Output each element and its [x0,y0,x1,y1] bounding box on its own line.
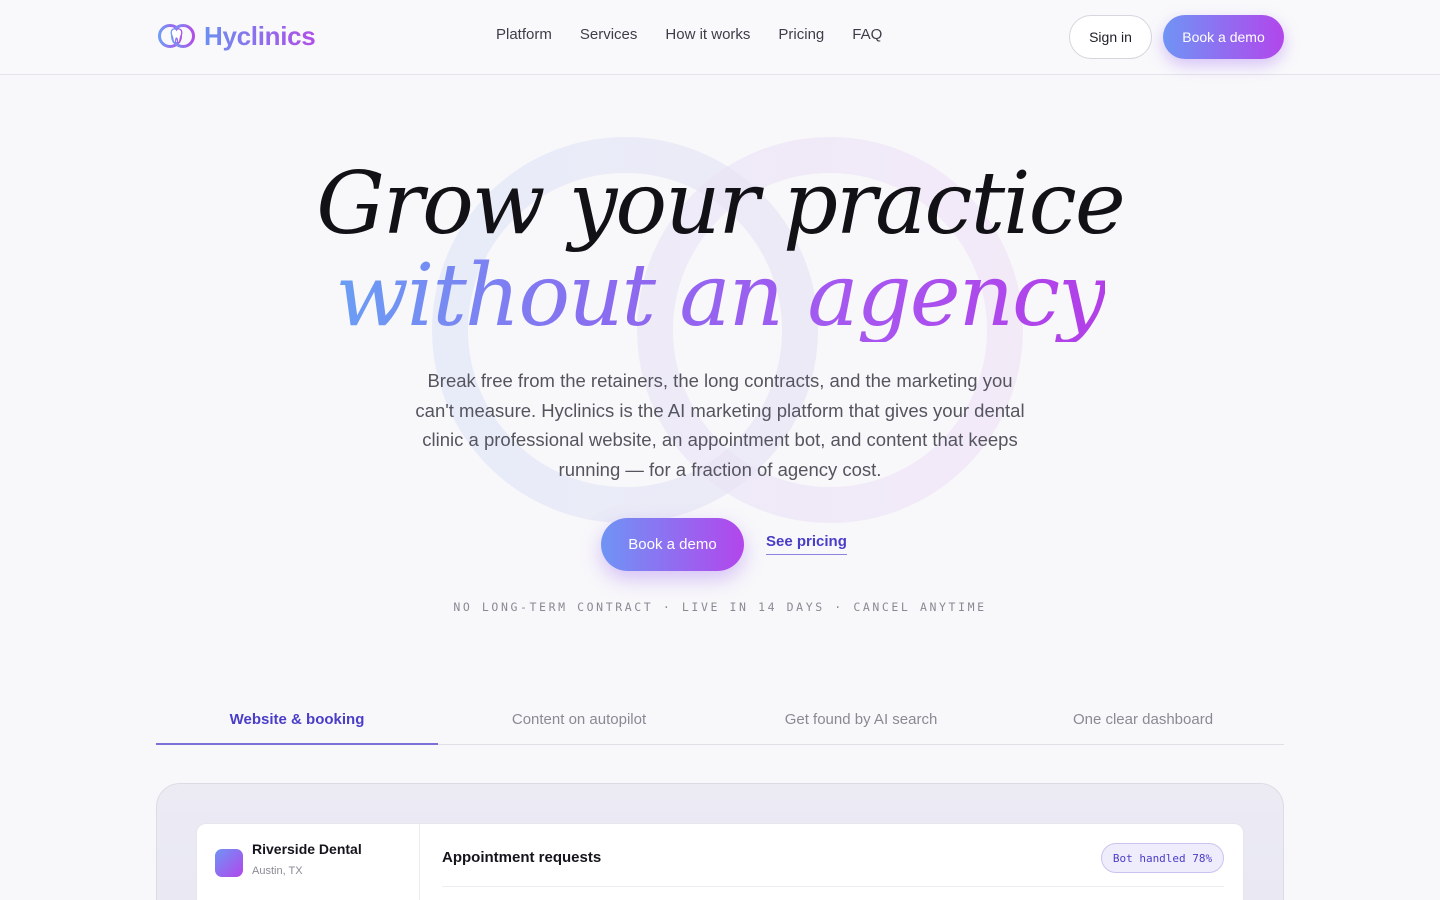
nav-links: Platform Services How it works Pricing F… [496,26,882,43]
tooth-logo-icon [158,24,195,48]
tab-content-autopilot[interactable]: Content on autopilot [438,700,720,745]
hero-headline: Grow your practice without an agency [0,158,1440,342]
tab-ai-search[interactable]: Get found by AI search [720,700,1002,745]
hero-headline-line2: without an agency [335,246,1106,346]
nav-link-how-it-works[interactable]: How it works [665,26,750,43]
book-demo-button-nav[interactable]: Book a demo [1163,15,1284,59]
nav-link-pricing[interactable]: Pricing [778,26,824,43]
brand-name: Hyclinics [204,20,316,51]
nav-link-services[interactable]: Services [580,26,638,43]
brand-logo[interactable]: Hyclinics [156,20,316,52]
hero-fineprint: NO LONG-TERM CONTRACT · LIVE IN 14 DAYS … [453,600,987,614]
clinic-avatar [215,849,243,877]
sign-in-button[interactable]: Sign in [1069,15,1152,59]
hero-subtitle: Break free from the retainers, the long … [415,370,1025,480]
product-preview-card: Riverside Dental Austin, TX Appointment … [196,823,1244,900]
nav-link-platform[interactable]: Platform [496,26,552,43]
clinic-name: Riverside Dental [252,841,362,857]
nav-link-faq[interactable]: FAQ [852,26,882,43]
book-demo-button-hero[interactable]: Book a demo [601,518,744,571]
tab-website-booking[interactable]: Website & booking [156,700,438,745]
clinic-location: Austin, TX [252,865,303,877]
bot-handled-badge: Bot handled 78% [1101,843,1224,873]
feature-tabs: Website & booking Content on autopilot G… [156,700,1284,745]
see-pricing-link[interactable]: See pricing [766,533,847,555]
preview-sidebar: Riverside Dental Austin, TX [197,824,420,900]
tab-dashboard[interactable]: One clear dashboard [1002,700,1284,745]
hero-headline-line1: Grow your practice [316,154,1125,254]
panel-divider [442,886,1224,887]
appointment-requests-title: Appointment requests [442,849,602,866]
top-nav: Hyclinics Platform Services How it works… [0,0,1440,75]
